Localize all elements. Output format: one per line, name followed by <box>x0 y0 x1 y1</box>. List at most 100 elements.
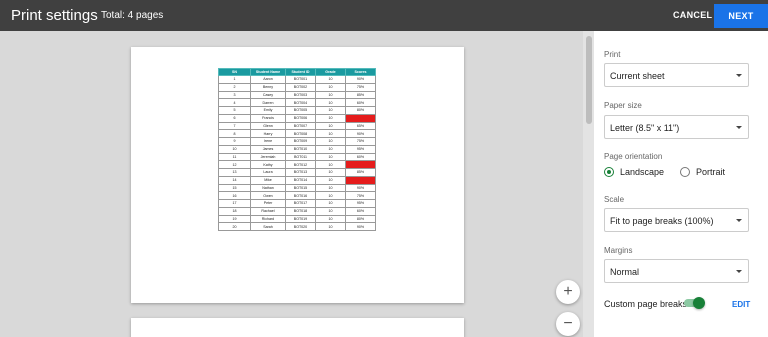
table-cell: Mike <box>250 175 286 185</box>
table-cell: 16 <box>218 191 251 200</box>
table-cell: 17 <box>218 199 251 208</box>
column-header: SN <box>218 68 251 76</box>
table-cell: BOT014 <box>285 175 316 185</box>
table-row: 16 Owen BOT016 10 75% <box>218 191 376 200</box>
next-button[interactable]: NEXT <box>714 4 768 28</box>
table-cell: 10 <box>315 82 346 92</box>
table-cell: 10 <box>315 199 346 208</box>
table-cell: 95% <box>345 199 376 208</box>
landscape-label: Landscape <box>620 167 665 177</box>
table-cell: 10 <box>315 121 346 131</box>
table-cell: BOT013 <box>285 168 316 177</box>
table-cell: 2 <box>218 82 251 92</box>
table-row: 17 Peter BOT017 10 95% <box>218 199 376 208</box>
margins-select[interactable]: Normal <box>604 259 749 283</box>
table-cell: BOT009 <box>285 137 316 146</box>
table-cell: James <box>250 144 286 154</box>
table-cell: BOT007 <box>285 121 316 131</box>
paper-size-select[interactable]: Letter (8.5" x 11") <box>604 115 749 139</box>
table-cell: BOT012 <box>285 160 316 169</box>
zoom-in-button[interactable]: + <box>556 280 580 304</box>
table-cell: Casey <box>250 90 286 100</box>
margins-label: Margins <box>604 246 633 255</box>
table-cell: Benny <box>250 82 286 92</box>
table-cell: 75% <box>345 82 376 92</box>
table-row: 8 Harry BOT008 10 90% <box>218 129 376 138</box>
orientation-label: Page orientation <box>604 152 663 161</box>
table-cell: 75% <box>345 191 376 200</box>
portrait-label: Portrait <box>696 167 726 177</box>
table-cell: 4 <box>218 98 251 107</box>
table-cell: 19 <box>218 214 251 224</box>
plus-icon: + <box>563 283 573 300</box>
table-cell: Kathy <box>250 160 286 169</box>
edit-page-breaks-button[interactable]: EDIT <box>732 300 750 309</box>
table-cell: 80% <box>345 106 376 115</box>
table-row: 5 Emily BOT005 10 80% <box>218 106 376 115</box>
print-select[interactable]: Current sheet <box>604 63 749 87</box>
table-cell: 60% <box>345 152 376 162</box>
table-cell: 10 <box>315 129 346 138</box>
sheet-table: SN Student Name Student ID Grade Scores … <box>218 68 376 231</box>
table-cell: 15 <box>218 183 251 193</box>
scale-label: Scale <box>604 195 625 204</box>
portrait-radio[interactable]: Portrait <box>680 167 725 177</box>
scale-select[interactable]: Fit to page breaks (100%) <box>604 208 749 232</box>
table-cell: 10 <box>315 191 346 200</box>
table-row: 1 Aaron BOT001 10 90% <box>218 75 376 84</box>
table-row: 19 Richard BOT019 10 80% <box>218 214 376 224</box>
landscape-radio[interactable]: Landscape <box>604 167 664 177</box>
print-select-value: Current sheet <box>610 71 665 81</box>
table-cell: 95% <box>345 144 376 154</box>
table-cell: 10 <box>315 113 346 123</box>
column-header: Student ID <box>285 68 316 76</box>
table-cell: Richard <box>250 214 286 224</box>
table-cell: Jeremiah <box>250 152 286 162</box>
preview-scrollbar-thumb[interactable] <box>586 36 592 124</box>
table-cell: 10 <box>315 183 346 193</box>
paper-size-value: Letter (8.5" x 11") <box>610 123 680 133</box>
table-cell: BOT008 <box>285 129 316 138</box>
table-cell: 18 <box>218 206 251 216</box>
table-row: 14 Mike BOT014 10 35% <box>218 175 376 185</box>
zoom-out-button[interactable]: − <box>556 312 580 336</box>
table-cell: 8 <box>218 129 251 138</box>
cancel-button[interactable]: CANCEL <box>673 10 712 20</box>
table-cell: 10 <box>315 222 346 231</box>
table-cell: 13 <box>218 168 251 177</box>
table-cell: 85% <box>345 90 376 100</box>
table-cell: Laura <box>250 168 286 177</box>
preview-page-2 <box>131 318 464 337</box>
table-cell: BOT020 <box>285 222 316 231</box>
table-cell: BOT011 <box>285 152 316 162</box>
table-cell: BOT003 <box>285 90 316 100</box>
table-row: 18 Rachael BOT018 10 60% <box>218 206 376 216</box>
table-cell: 85% <box>345 168 376 177</box>
table-cell: 10 <box>315 144 346 154</box>
scale-value: Fit to page breaks (100%) <box>610 216 714 226</box>
table-cell: Sarah <box>250 222 286 231</box>
table-cell: 90% <box>345 129 376 138</box>
table-cell: Francis <box>250 113 286 123</box>
table-row: 7 Glenn BOT007 10 65% <box>218 121 376 131</box>
custom-page-breaks-toggle[interactable] <box>684 297 705 309</box>
table-cell: 10 <box>315 98 346 107</box>
table-cell: Aaron <box>250 75 286 84</box>
table-row: 6 Francis BOT006 10 30% <box>218 113 376 123</box>
table-cell: 10 <box>315 90 346 100</box>
column-header: Student Name <box>250 68 286 76</box>
table-cell: 65% <box>345 121 376 131</box>
column-header: Scores <box>345 68 376 76</box>
radio-selected-icon <box>604 167 614 177</box>
table-cell: 30% <box>345 113 376 123</box>
print-label: Print <box>604 50 621 59</box>
table-cell: 10 <box>315 137 346 146</box>
table-row: 3 Casey BOT003 10 85% <box>218 90 376 100</box>
table-cell: 12 <box>218 160 251 169</box>
chevron-down-icon <box>736 74 742 77</box>
table-cell: BOT004 <box>285 98 316 107</box>
table-cell: Glenn <box>250 121 286 131</box>
table-cell: BOT018 <box>285 206 316 216</box>
table-row: 9 Irene BOT009 10 75% <box>218 137 376 146</box>
table-cell: 40% <box>345 160 376 169</box>
